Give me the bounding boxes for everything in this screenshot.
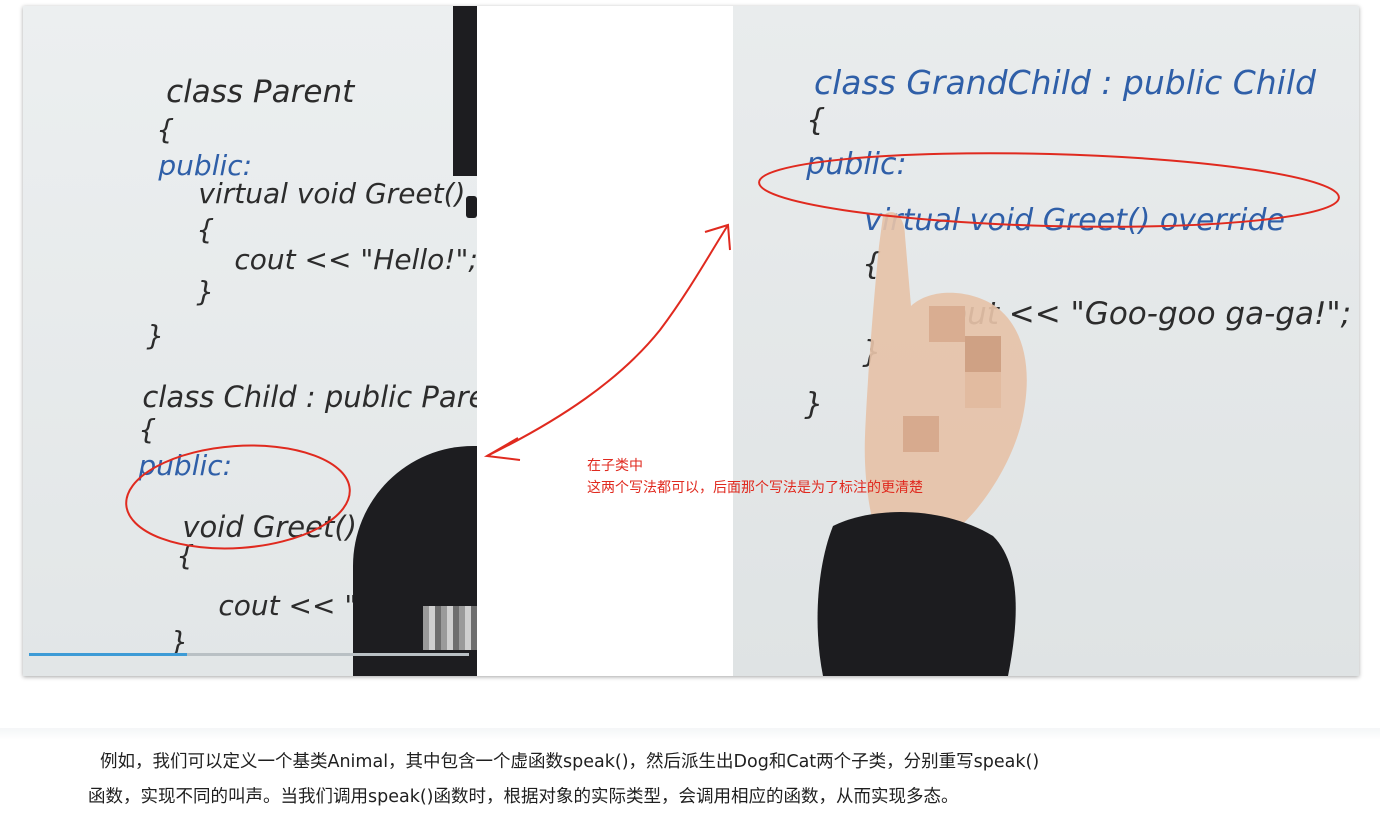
left-video-frame[interactable]: class Parent { public: virtual void Gree… <box>23 6 477 676</box>
code-text: class Parent <box>166 74 355 110</box>
annotation-line-1: 在子类中 <box>587 458 643 474</box>
presenter-glasses <box>466 196 477 218</box>
video-progress-bar[interactable] <box>29 653 469 656</box>
code-text: cout << "Hello!"; <box>234 243 477 276</box>
code-text: class Child : public Parent <box>142 380 477 414</box>
code-text: } <box>116 675 134 676</box>
code-line: public: <box>85 416 232 482</box>
annotation-line-2: 这两个写法都可以，后面那个写法是为了标注的更清楚 <box>587 480 923 496</box>
video-progress-fill <box>29 653 188 656</box>
presenter-hand <box>817 212 1027 676</box>
screenshot-collage: class Parent { public: virtual void Gree… <box>23 6 1359 676</box>
code-line: } <box>93 286 164 352</box>
code-text: void Greet() <box>182 510 357 544</box>
code-line: cout << "Hello!"; <box>181 210 477 276</box>
paragraph-line-2: 函数，实现不同的叫声。当我们调用speak()函数时，根据对象的实际类型，会调用… <box>88 787 959 807</box>
section-divider <box>0 728 1380 740</box>
annotation-text: 在子类中 这两个写法都可以，后面那个写法是为了标注的更清楚 <box>587 455 923 499</box>
body-paragraph: 例如，我们可以定义一个基类Animal，其中包含一个虚函数speak()，然后派… <box>88 745 1208 815</box>
presenter-hair <box>453 6 477 176</box>
paragraph-line-1: 例如，我们可以定义一个基类Animal，其中包含一个虚函数speak()，然后派… <box>100 752 1040 772</box>
code-text: } <box>196 275 215 308</box>
pixelated-region <box>423 606 477 650</box>
code-text: virtual void Greet() <box>198 177 466 210</box>
code-line: } <box>63 642 134 676</box>
blank-gap <box>477 6 733 676</box>
right-video-frame[interactable]: class GrandChild : public Child { public… <box>733 6 1359 676</box>
